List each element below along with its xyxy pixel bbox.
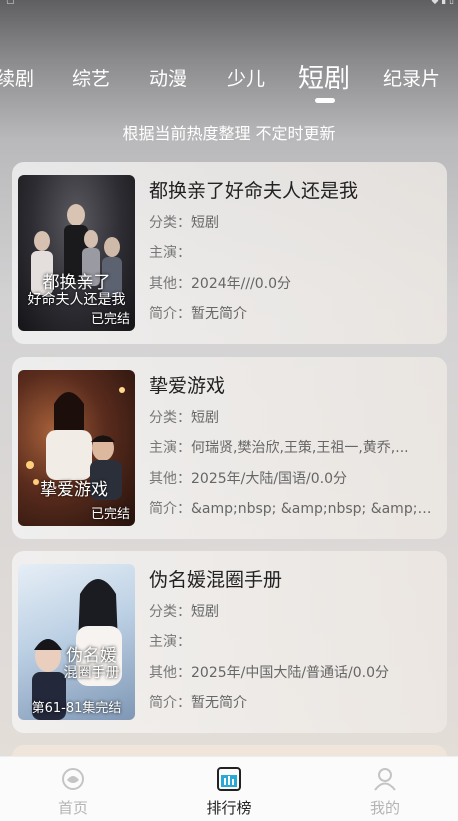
- poster-image: 都换亲了 好命夫人还是我 已完结: [18, 175, 135, 331]
- drama-title: 伪名媛混圈手册: [149, 569, 283, 591]
- other-row: 其他：2025年/大陆/国语/0.0分: [149, 471, 348, 487]
- intro-row: 简介：暂无简介: [149, 306, 247, 322]
- category-tabs: 续剧 综艺 动漫 少儿 短剧 纪录片: [0, 0, 458, 110]
- tab-documentary[interactable]: 纪录片: [383, 64, 440, 91]
- drama-card[interactable]: 挚爱游戏 已完结 挚爱游戏 分类：短剧 主演：何瑞贤,樊治欣,王策,王祖一,黄乔…: [12, 357, 447, 539]
- drama-card[interactable]: 伪名媛 混圈手册 第61-81集完结 伪名媛混圈手册 分类：短剧 主演： 其他：…: [12, 551, 447, 733]
- poster-title: 伪名媛 混圈手册: [63, 646, 120, 681]
- poster-image: 伪名媛 混圈手册 第61-81集完结: [18, 564, 135, 720]
- poster-title: 都换亲了 好命夫人还是我: [27, 273, 126, 308]
- poster-image: 挚爱游戏 已完结: [18, 370, 135, 526]
- status-badge: 已完结: [90, 507, 130, 522]
- other-row: 其他：2024年///0.0分: [149, 276, 292, 292]
- tab-short-drama[interactable]: 短剧: [298, 58, 350, 95]
- intro-row: 简介：暂无简介: [149, 695, 247, 711]
- nav-ranking[interactable]: 排行榜: [174, 757, 284, 821]
- status-badge: 已完结: [90, 312, 130, 327]
- home-icon: [62, 768, 84, 790]
- category-row: 分类：短剧: [149, 410, 219, 426]
- category-row: 分类：短剧: [149, 215, 219, 231]
- ranking-icon: [217, 767, 241, 791]
- nav-ranking-label: 排行榜: [206, 799, 252, 817]
- drama-card[interactable]: 都换亲了 好命夫人还是我 已完结 都换亲了好命夫人还是我 分类：短剧 主演： 其…: [12, 162, 447, 344]
- profile-icon: [374, 768, 396, 791]
- drama-title: 都换亲了好命夫人还是我: [149, 180, 359, 202]
- bottom-navigation: 首页 排行榜 我的: [0, 756, 458, 821]
- active-tab-indicator: [315, 98, 335, 103]
- poster-title: 挚爱游戏: [40, 480, 108, 500]
- cast-row: 主演：: [149, 634, 191, 650]
- category-row: 分类：短剧: [149, 604, 219, 620]
- cast-row: 主演：: [149, 245, 191, 261]
- tab-anime[interactable]: 动漫: [149, 64, 187, 91]
- nav-home-label: 首页: [57, 799, 88, 817]
- other-row: 其他：2025年/中国大陆/普通话/0.0分: [149, 665, 390, 681]
- nav-profile-label: 我的: [369, 799, 400, 817]
- status-badge: 第61-81集完结: [31, 701, 122, 716]
- cast-row: 主演：何瑞贤,樊治欣,王策,王祖一,黄乔,...: [149, 440, 409, 456]
- tab-kids[interactable]: 少儿: [227, 64, 265, 91]
- drama-title: 挚爱游戏: [149, 375, 226, 397]
- ranking-subtitle: 根据当前热度整理 不定时更新: [122, 124, 336, 143]
- nav-profile[interactable]: 我的: [330, 757, 440, 821]
- tab-series[interactable]: 续剧: [0, 64, 34, 91]
- intro-row: 简介：&amp;nbsp; &amp;nbsp; &amp;nb...: [149, 501, 439, 517]
- nav-home[interactable]: 首页: [18, 757, 128, 821]
- tab-variety[interactable]: 综艺: [72, 64, 110, 91]
